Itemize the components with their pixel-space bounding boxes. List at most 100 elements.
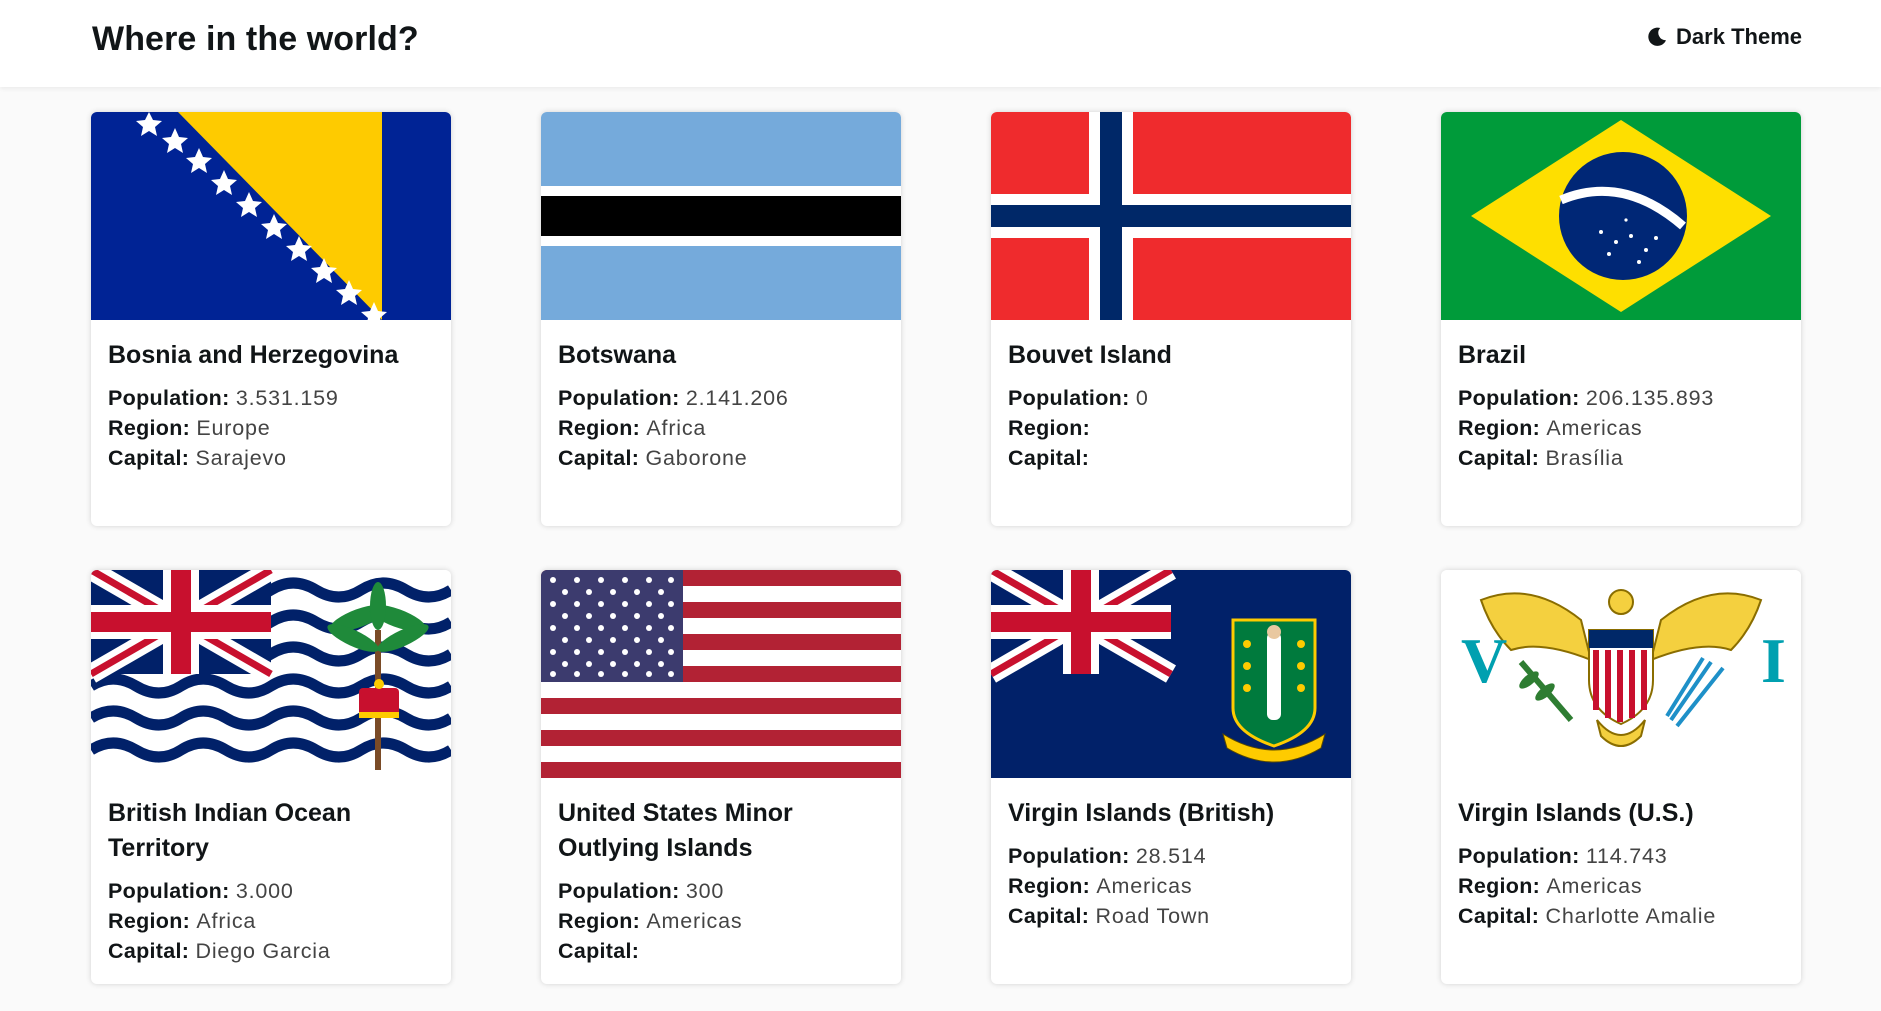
flag-botswana-icon: [541, 112, 901, 320]
population-value: 0: [1135, 386, 1149, 410]
region-label: Region:: [108, 909, 191, 933]
region-value: Africa: [646, 416, 707, 440]
capital-line: Capital: Gaborone: [558, 443, 884, 473]
population-line: Population: 300: [558, 876, 884, 906]
country-card[interactable]: Virgin Islands (British) Population: 28.…: [991, 570, 1351, 984]
population-line: Population: 3.000: [108, 876, 434, 906]
region-line: Region: Africa: [558, 413, 884, 443]
region-line: Region: Americas: [1458, 871, 1784, 901]
country-card[interactable]: Bouvet Island Population: 0 Region: Capi…: [991, 112, 1351, 526]
population-label: Population:: [1458, 386, 1580, 410]
country-card[interactable]: V I Virgin Islands (U.S.) Population: 11…: [1441, 570, 1801, 984]
top-bar: Where in the world? Dark Theme: [0, 0, 1881, 87]
country-grid: Bosnia and Herzegovina Population: 3.531…: [91, 112, 1802, 984]
country-card[interactable]: Botswana Population: 2.141.206 Region: A…: [541, 112, 901, 526]
region-value: Africa: [196, 909, 257, 933]
region-value: Europe: [196, 416, 271, 440]
capital-line: Capital:: [558, 936, 884, 966]
population-value: 206.135.893: [1585, 386, 1715, 410]
region-label: Region:: [1008, 874, 1091, 898]
capital-label: Capital:: [558, 939, 640, 963]
capital-label: Capital:: [1458, 446, 1540, 470]
population-value: 3.000: [235, 879, 294, 903]
country-name: Brazil: [1458, 341, 1527, 369]
capital-label: Capital:: [558, 446, 640, 470]
population-value: 3.531.159: [235, 386, 339, 410]
region-label: Region:: [558, 909, 641, 933]
capital-label: Capital:: [1008, 904, 1090, 928]
population-value: 2.141.206: [685, 386, 789, 410]
capital-value: Charlotte Amalie: [1545, 904, 1717, 928]
population-label: Population:: [108, 386, 230, 410]
population-label: Population:: [1008, 844, 1130, 868]
region-label: Region:: [1458, 874, 1541, 898]
capital-line: Capital: Diego Garcia: [108, 936, 434, 966]
region-line: Region:: [1008, 413, 1334, 443]
region-label: Region:: [558, 416, 641, 440]
svg-text:I: I: [1761, 625, 1786, 696]
country-card[interactable]: Brazil Population: 206.135.893 Region: A…: [1441, 112, 1801, 526]
region-value: Americas: [1546, 874, 1643, 898]
country-name: British Indian Ocean Territory: [108, 799, 352, 862]
capital-value: Sarajevo: [195, 446, 287, 470]
flag-british-indian-ocean-territory-icon: [91, 570, 451, 778]
flag-bouvet-island-icon: [991, 112, 1351, 320]
capital-value: Road Town: [1095, 904, 1210, 928]
country-name: Botswana: [558, 341, 677, 369]
population-line: Population: 0: [1008, 383, 1334, 413]
region-value: Americas: [1546, 416, 1643, 440]
flag-brazil-icon: [1441, 112, 1801, 320]
capital-line: Capital:: [1008, 443, 1334, 473]
capital-line: Capital: Brasília: [1458, 443, 1784, 473]
flag-us-virgin-islands-icon: V I: [1441, 570, 1801, 778]
country-name: United States Minor Outlying Islands: [558, 799, 793, 862]
dark-theme-toggle[interactable]: Dark Theme: [1646, 24, 1802, 50]
capital-value: Diego Garcia: [195, 939, 331, 963]
population-label: Population:: [108, 879, 230, 903]
capital-label: Capital:: [1458, 904, 1540, 928]
population-line: Population: 114.743: [1458, 841, 1784, 871]
region-value: Americas: [1096, 874, 1193, 898]
population-line: Population: 206.135.893: [1458, 383, 1784, 413]
capital-value: Gaborone: [645, 446, 748, 470]
region-label: Region:: [1458, 416, 1541, 440]
region-label: Region:: [1008, 416, 1091, 440]
population-line: Population: 3.531.159: [108, 383, 434, 413]
population-label: Population:: [1008, 386, 1130, 410]
country-name: Virgin Islands (British): [1008, 799, 1275, 827]
capital-label: Capital:: [1008, 446, 1090, 470]
svg-text:V: V: [1461, 625, 1507, 696]
region-line: Region: Europe: [108, 413, 434, 443]
capital-line: Capital: Sarajevo: [108, 443, 434, 473]
flag-us-minor-outlying-islands-icon: [541, 570, 901, 778]
population-label: Population:: [558, 386, 680, 410]
population-line: Population: 28.514: [1008, 841, 1334, 871]
country-card[interactable]: Bosnia and Herzegovina Population: 3.531…: [91, 112, 451, 526]
capital-line: Capital: Charlotte Amalie: [1458, 901, 1784, 931]
flag-bosnia-herzegovina-icon: [91, 112, 451, 320]
population-value: 114.743: [1585, 844, 1668, 868]
population-value: 300: [685, 879, 725, 903]
moon-icon: [1646, 26, 1668, 48]
population-label: Population:: [1458, 844, 1580, 868]
country-name: Bosnia and Herzegovina: [108, 341, 399, 369]
region-line: Region: Americas: [1458, 413, 1784, 443]
dark-theme-label: Dark Theme: [1676, 24, 1802, 49]
flag-british-virgin-islands-icon: [991, 570, 1351, 778]
region-value: Americas: [646, 909, 743, 933]
country-name: Bouvet Island: [1008, 341, 1172, 369]
region-line: Region: Africa: [108, 906, 434, 936]
capital-value: Brasília: [1545, 446, 1624, 470]
country-name: Virgin Islands (U.S.): [1458, 799, 1694, 827]
capital-line: Capital: Road Town: [1008, 901, 1334, 931]
country-card[interactable]: United States Minor Outlying Islands Pop…: [541, 570, 901, 984]
capital-label: Capital:: [108, 939, 190, 963]
population-line: Population: 2.141.206: [558, 383, 884, 413]
region-line: Region: Americas: [558, 906, 884, 936]
population-value: 28.514: [1135, 844, 1207, 868]
region-label: Region:: [108, 416, 191, 440]
capital-label: Capital:: [108, 446, 190, 470]
app-title: Where in the world?: [92, 20, 419, 58]
country-card[interactable]: British Indian Ocean Territory Populatio…: [91, 570, 451, 984]
region-line: Region: Americas: [1008, 871, 1334, 901]
